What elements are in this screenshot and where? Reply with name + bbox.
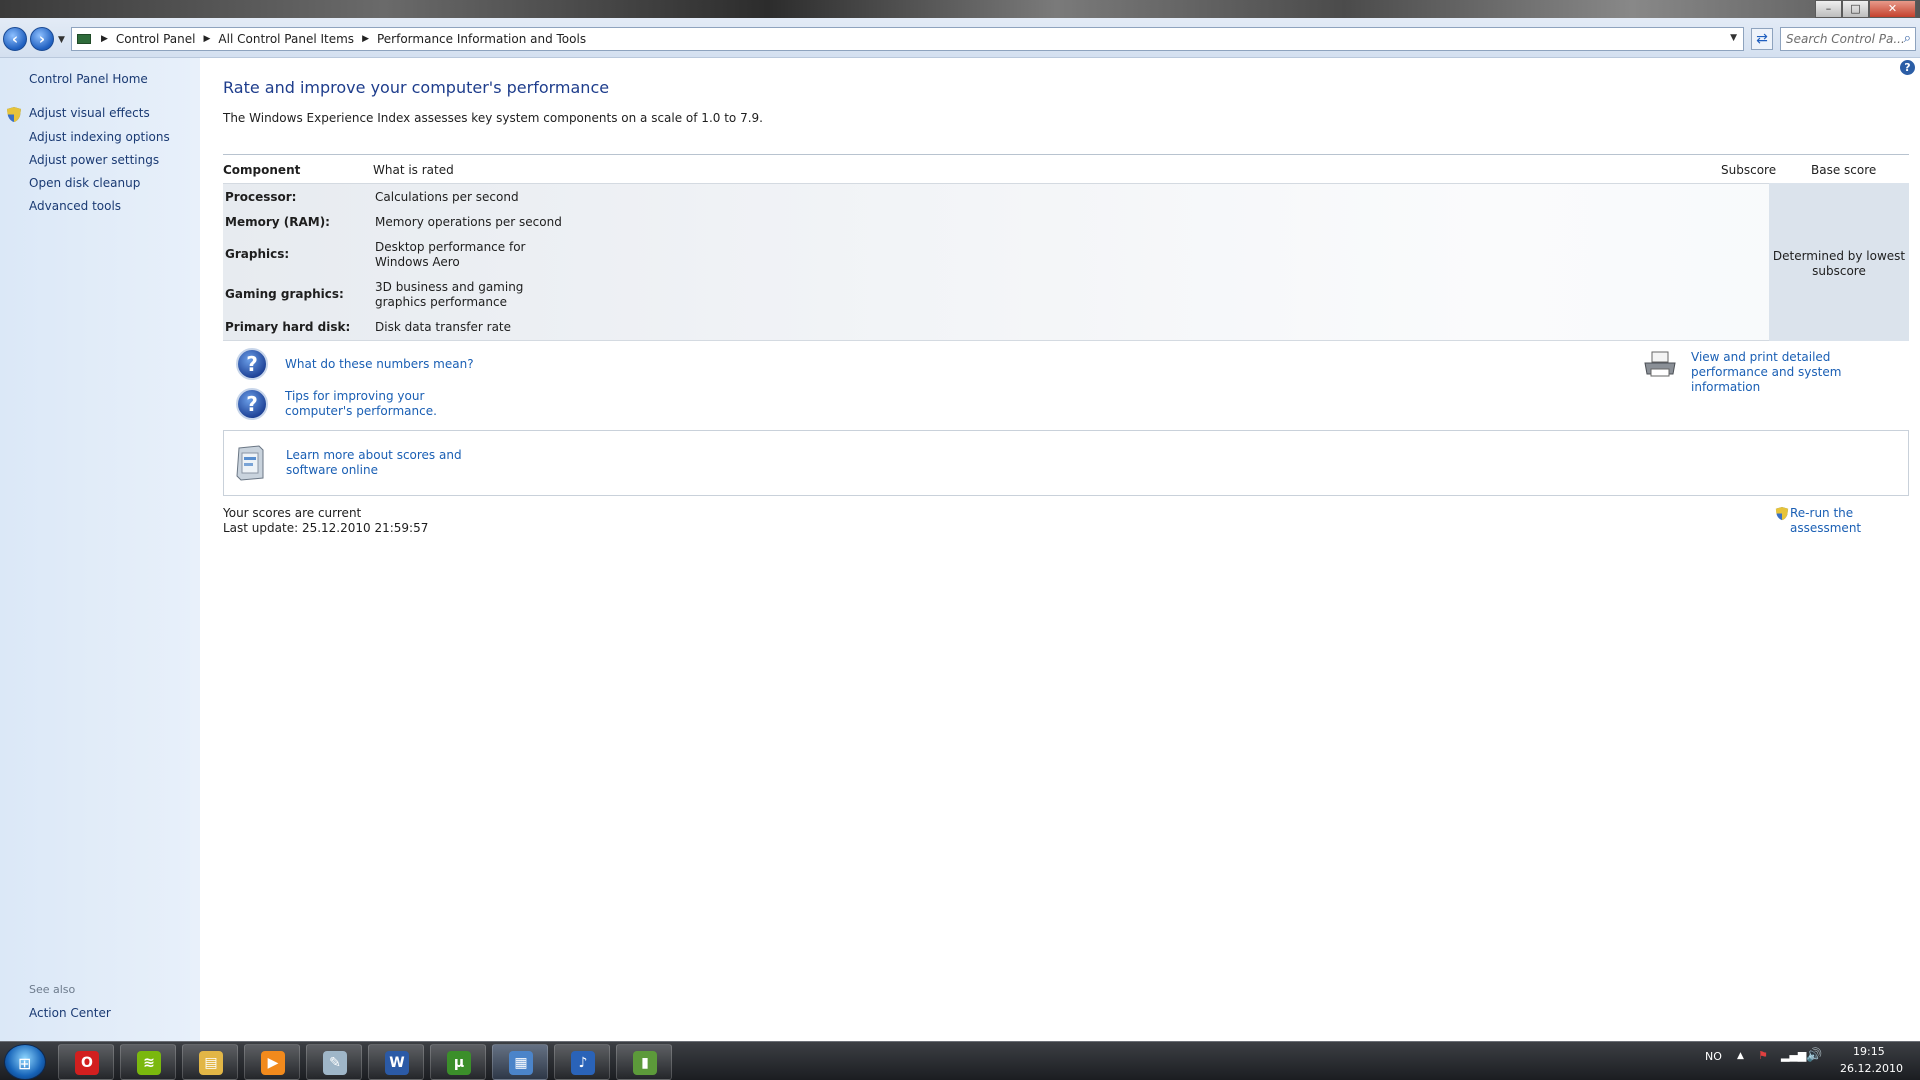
taskbar-app-itunes[interactable]: ♪	[554, 1044, 610, 1080]
rerun-assessment-link[interactable]: Re-run the assessment	[1790, 506, 1920, 536]
sidebar-item-action-center[interactable]: Action Center	[29, 1006, 111, 1020]
address-toolbar: ‹ › ▼ ▶ Control Panel ▶ All Control Pane…	[0, 18, 1920, 58]
volume-icon[interactable]: 🔊	[1806, 1048, 1822, 1063]
word-icon: W	[385, 1051, 409, 1075]
maximize-button[interactable]: □	[1842, 0, 1869, 18]
numbers-meaning-link[interactable]: What do these numbers mean?	[285, 357, 474, 372]
table-row-component: Processor:	[225, 190, 297, 204]
media-player-icon: ▶	[261, 1051, 285, 1075]
taskbar-app-spotify[interactable]: ≋	[120, 1044, 176, 1080]
address-bar[interactable]: ▶ Control Panel ▶ All Control Panel Item…	[71, 27, 1744, 51]
taskbar-app-explorer[interactable]: ▤	[182, 1044, 238, 1080]
utorrent-icon: µ	[447, 1051, 471, 1075]
taskbar: ⊞ O ≋ ▤ ▶ ✎ W µ ▦ ♪ ▮	[0, 1041, 1920, 1080]
taskbar-app-device-sync[interactable]: ▮	[616, 1044, 672, 1080]
print-details-link[interactable]: View and print detailed performance and …	[1691, 350, 1911, 395]
network-icon[interactable]: ▂▄▆	[1781, 1049, 1806, 1062]
notes-icon: ✎	[323, 1051, 347, 1075]
column-header-subscore: Subscore	[1721, 163, 1777, 177]
page-title: Rate and improve your computer's perform…	[223, 78, 610, 97]
window-controls: – □ ✕	[1815, 0, 1916, 18]
sidebar-item-adjust-visual-effects[interactable]: Adjust visual effects	[29, 106, 150, 120]
taskbar-app-media-player[interactable]: ▶	[244, 1044, 300, 1080]
opera-icon: O	[75, 1051, 99, 1075]
refresh-icon: ⇄	[1756, 31, 1768, 47]
learn-more-link[interactable]: Learn more about scores and software onl…	[286, 448, 506, 478]
start-button[interactable]: ⊞	[4, 1044, 46, 1080]
action-center-flag-icon[interactable]: ⚑	[1758, 1049, 1768, 1062]
title-bar: – □ ✕	[0, 0, 1920, 18]
chevron-right-icon[interactable]: ▶	[101, 34, 108, 44]
table-row-rated: Disk data transfer rate	[375, 320, 512, 334]
back-button[interactable]: ‹	[3, 27, 27, 51]
sidebar-item-adjust-indexing[interactable]: Adjust indexing options	[29, 130, 170, 144]
table-row-rated: 3D business and gaming graphics performa…	[375, 280, 524, 309]
column-header-component: Component	[223, 163, 301, 177]
close-button[interactable]: ✕	[1869, 0, 1916, 18]
table-row-component: Gaming graphics:	[225, 287, 344, 301]
show-hidden-icons-icon[interactable]: ▲	[1737, 1051, 1744, 1061]
last-update: Last update: 25.12.2010 21:59:57	[223, 521, 429, 535]
chevron-down-icon: ▼	[58, 35, 65, 45]
taskbar-app-notes[interactable]: ✎	[306, 1044, 362, 1080]
taskbar-app-word[interactable]: W	[368, 1044, 424, 1080]
base-score-note: Determined by lowest subscore	[1772, 249, 1906, 278]
chevron-right-icon[interactable]: ▶	[362, 34, 369, 44]
language-indicator[interactable]: NO	[1705, 1050, 1722, 1063]
control-panel-icon	[77, 34, 91, 44]
search-input[interactable]: Search Control Pa... ⌕	[1780, 27, 1916, 51]
table-row-rated: Memory operations per second	[375, 215, 562, 229]
breadcrumb-all-items[interactable]: All Control Panel Items	[218, 32, 354, 46]
software-box-icon	[236, 445, 264, 481]
breadcrumb-performance[interactable]: Performance Information and Tools	[377, 32, 586, 46]
see-also-label: See also	[29, 983, 76, 996]
breadcrumb-control-panel[interactable]: Control Panel	[116, 32, 196, 46]
windows-logo-icon: ⊞	[18, 1054, 32, 1073]
table-row-rated: Desktop performance for Windows Aero	[375, 240, 526, 269]
uac-shield-icon	[1775, 506, 1789, 521]
refresh-button[interactable]: ⇄	[1751, 28, 1773, 50]
phone-sync-icon: ▮	[633, 1051, 657, 1075]
arrow-right-icon: ›	[38, 30, 46, 48]
control-panel-icon: ▦	[509, 1051, 533, 1075]
tips-link[interactable]: Tips for improving your computer's perfo…	[285, 389, 485, 419]
help-icon[interactable]: ?	[1900, 60, 1915, 75]
folder-icon: ▤	[199, 1051, 223, 1075]
forward-button[interactable]: ›	[30, 27, 54, 51]
sidebar-item-advanced-tools[interactable]: Advanced tools	[29, 199, 121, 213]
clock-date[interactable]: 26.12.2010	[1840, 1062, 1903, 1075]
recent-pages-dropdown[interactable]: ▼	[58, 35, 65, 45]
sidebar-item-disk-cleanup[interactable]: Open disk cleanup	[29, 176, 140, 190]
clock-time[interactable]: 19:15	[1853, 1045, 1885, 1058]
table-row-component: Graphics:	[225, 247, 290, 261]
question-icon: ?	[236, 348, 268, 380]
sidebar-item-adjust-power[interactable]: Adjust power settings	[29, 153, 159, 167]
column-header-what-rated: What is rated	[373, 163, 454, 177]
intro-text: The Windows Experience Index assesses ke…	[223, 111, 763, 125]
spotify-icon: ≋	[137, 1051, 161, 1075]
search-icon[interactable]: ⌕	[1904, 31, 1911, 46]
divider	[223, 154, 1909, 155]
itunes-icon: ♪	[571, 1051, 595, 1075]
scores-status: Your scores are current	[223, 506, 362, 520]
taskbar-app-utorrent[interactable]: µ	[430, 1044, 486, 1080]
table-row-component: Primary hard disk:	[225, 320, 351, 334]
taskbar-app-opera[interactable]: O	[58, 1044, 114, 1080]
uac-shield-icon	[7, 107, 21, 122]
table-row-rated: Calculations per second	[375, 190, 519, 204]
minimize-button[interactable]: –	[1815, 0, 1842, 18]
question-icon: ?	[236, 388, 268, 420]
search-placeholder: Search Control Pa...	[1786, 32, 1905, 46]
sidebar-item-control-panel-home[interactable]: Control Panel Home	[29, 72, 148, 86]
taskbar-app-control-panel[interactable]: ▦	[492, 1044, 548, 1080]
address-dropdown-icon[interactable]: ▼	[1730, 33, 1737, 43]
chevron-right-icon[interactable]: ▶	[204, 34, 211, 44]
sidebar: Control Panel Home Adjust visual effects…	[0, 58, 200, 1041]
printer-icon	[1644, 351, 1676, 377]
column-header-base-score: Base score	[1811, 163, 1877, 177]
table-row-component: Memory (RAM):	[225, 215, 330, 229]
arrow-left-icon: ‹	[11, 30, 19, 48]
